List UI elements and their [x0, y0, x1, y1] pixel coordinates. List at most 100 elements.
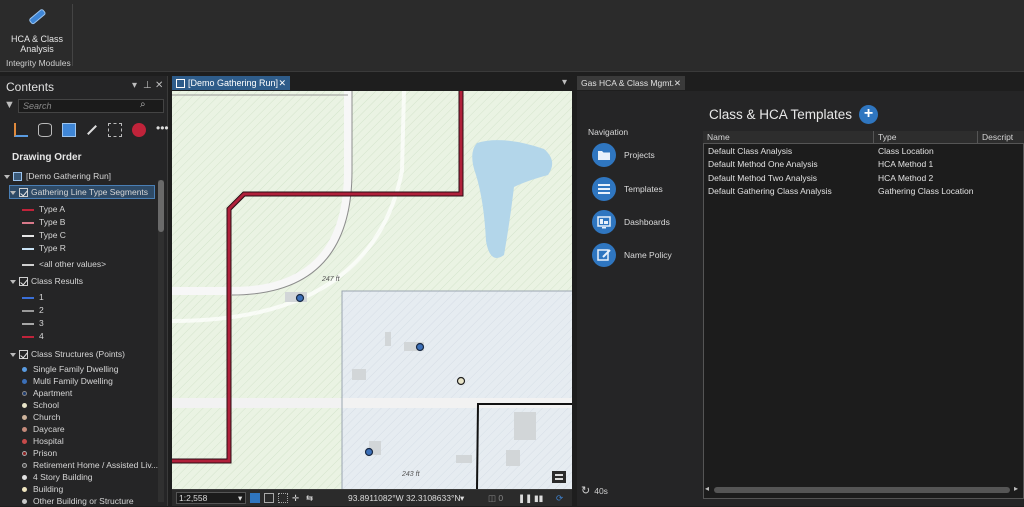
- layer-visibility-checkbox[interactable]: [19, 277, 28, 287]
- hca-class-analysis-button[interactable]: HCA & Class Analysis: [6, 4, 68, 56]
- close-map-tab-icon[interactable]: ✕: [278, 76, 286, 90]
- close-icon[interactable]: ✕: [155, 80, 163, 91]
- structure-point[interactable]: [364, 447, 374, 457]
- line-symbol: [22, 208, 34, 211]
- legend-item: Prison: [22, 447, 180, 459]
- tab-gas-hca[interactable]: Gas HCA & Class Mgmt. ✕: [577, 76, 685, 90]
- nav-item-dashboards[interactable]: Dashboards: [592, 210, 692, 236]
- dashboard-icon: [592, 210, 616, 234]
- column-header-name[interactable]: Name: [703, 131, 874, 144]
- table-row[interactable]: Default Method Two Analysis HCA Method 2: [703, 172, 1024, 185]
- grid-icon[interactable]: [264, 493, 274, 503]
- units-chevron-icon[interactable]: ▾: [460, 490, 464, 506]
- refresh-map-icon[interactable]: ⟳: [556, 490, 563, 506]
- contents-toolbar: •••: [14, 120, 170, 140]
- basemap-gallery-icon[interactable]: [552, 471, 566, 483]
- snapping-icon[interactable]: [250, 493, 260, 503]
- layer-class-structures[interactable]: Class Structures (Points): [10, 348, 168, 360]
- layer-gathering-line[interactable]: Gathering Line Type Segments: [9, 185, 155, 199]
- legend-item: Type R: [22, 242, 180, 254]
- legend-item: Single Family Dwelling: [22, 363, 180, 375]
- constraints-icon[interactable]: [278, 493, 288, 503]
- line-symbol: [22, 335, 34, 338]
- layer-class-results[interactable]: Class Results: [10, 275, 168, 287]
- legend-item: Type A: [22, 203, 180, 215]
- list-by-editing-icon[interactable]: [87, 125, 97, 135]
- ribbon: HCA & Class Analysis Integrity Modules: [0, 0, 1024, 72]
- pause-drawing-icon[interactable]: ❚❚: [518, 490, 532, 506]
- legend-item: Other Building or Structure: [22, 495, 180, 507]
- navigation-icon[interactable]: ⇆: [306, 490, 313, 506]
- ribbon-separator: [72, 4, 73, 66]
- map-node[interactable]: [Demo Gathering Run]: [4, 170, 162, 182]
- structure-point[interactable]: [415, 342, 425, 352]
- map-status-bar: 1:2,558 ▾ ✛ ⇆ 93.8911082°W 32.3108633°N …: [172, 489, 572, 506]
- list-by-snapping-icon[interactable]: [108, 123, 122, 137]
- legend-item: Type C: [22, 229, 180, 241]
- column-header-description[interactable]: Descript: [978, 131, 1024, 144]
- layer-visibility-checkbox[interactable]: [19, 188, 28, 198]
- table-row[interactable]: Default Class Analysis Class Location: [703, 145, 1024, 158]
- point-symbol: [22, 403, 27, 409]
- pane-options-icon[interactable]: ▾: [132, 80, 137, 91]
- list-by-drawing-order-icon[interactable]: [14, 123, 28, 137]
- line-symbol: [22, 263, 34, 266]
- list-by-source-icon[interactable]: [38, 123, 52, 137]
- table-row[interactable]: Default Method One Analysis HCA Method 1: [703, 158, 1024, 171]
- line-symbol: [22, 234, 34, 237]
- coordinates-readout: 93.8911082°W 32.3108633°N: [348, 493, 461, 503]
- contents-scroll-thumb[interactable]: [158, 180, 164, 232]
- more-options-icon[interactable]: •••: [156, 122, 170, 137]
- list-by-labeling-icon[interactable]: [132, 123, 146, 137]
- scroll-left-icon[interactable]: ◂: [705, 484, 709, 493]
- scale-chevron-icon[interactable]: ▾: [238, 490, 242, 506]
- point-symbol: [22, 487, 27, 493]
- point-symbol: [22, 451, 27, 457]
- map-view[interactable]: 247 ft 243 ft: [172, 91, 572, 489]
- structure-point[interactable]: [456, 376, 466, 386]
- legend-item: 2: [22, 304, 180, 316]
- line-symbol: [22, 322, 34, 325]
- table-horizontal-scrollbar[interactable]: [714, 487, 1010, 493]
- filter-icon[interactable]: ▼: [4, 99, 15, 111]
- search-icon[interactable]: ⌕: [140, 99, 146, 110]
- navigation-heading: Navigation: [588, 127, 629, 137]
- pause-icon[interactable]: ▮▮: [534, 490, 543, 506]
- legend-item: 3: [22, 317, 180, 329]
- folder-icon: [592, 143, 616, 167]
- legend-item: Daycare: [22, 423, 180, 435]
- legend-item: Hospital: [22, 435, 180, 447]
- table-row[interactable]: Default Gathering Class Analysis Gatheri…: [703, 185, 1024, 198]
- close-pane-tab-icon[interactable]: ✕: [674, 76, 681, 90]
- map-icon: [13, 172, 22, 182]
- point-symbol: [22, 427, 27, 433]
- structure-point[interactable]: [295, 293, 305, 303]
- list-icon: [592, 177, 616, 201]
- legend-item: <all other values>: [22, 258, 180, 270]
- legend-item: 4: [22, 330, 180, 342]
- ribbon-group-label: Integrity Modules: [6, 58, 71, 68]
- line-symbol: [22, 296, 34, 299]
- add-template-button[interactable]: +: [859, 105, 878, 124]
- map-tab-icon: [176, 79, 185, 89]
- scale-selector[interactable]: 1:2,558: [176, 492, 246, 504]
- legend-item: Type B: [22, 216, 180, 228]
- refresh-timer[interactable]: ↻ 40s: [581, 484, 608, 497]
- column-header-type[interactable]: Type: [874, 131, 978, 144]
- selection-count-icon: ◫ 0: [488, 493, 504, 503]
- map-canvas[interactable]: 247 ft 243 ft: [172, 91, 572, 489]
- contents-pane: Contents ▾ ⊥ ✕ ▼ Search ⌕ ••• Drawing Or…: [0, 76, 170, 506]
- legend-item: Building: [22, 483, 180, 495]
- nav-item-templates[interactable]: Templates: [592, 177, 692, 203]
- list-by-selection-icon[interactable]: [62, 123, 76, 137]
- tab-list-chevron-icon[interactable]: ▾: [562, 77, 567, 88]
- crosshair-icon[interactable]: ✛: [292, 490, 299, 506]
- nav-item-name-policy[interactable]: Name Policy: [592, 243, 692, 269]
- scroll-right-icon[interactable]: ▸: [1014, 484, 1018, 493]
- tab-map[interactable]: [Demo Gathering Run] ✕: [172, 76, 290, 90]
- nav-item-projects[interactable]: Projects: [592, 143, 692, 169]
- point-symbol: [22, 415, 27, 421]
- pin-icon[interactable]: ⊥: [143, 80, 152, 91]
- edit-icon: [592, 243, 616, 267]
- layer-visibility-checkbox[interactable]: [19, 350, 28, 360]
